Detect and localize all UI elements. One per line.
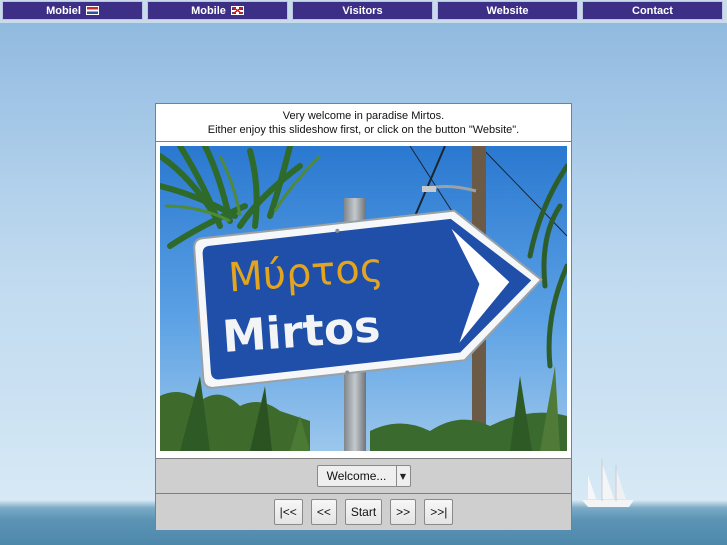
slideshow-panel: Very welcome in paradise Mirtos. Either … (155, 103, 572, 530)
sailing-ship-image (582, 459, 634, 507)
netherlands-flag-icon (85, 6, 99, 15)
slideshow-controls: |<< << Start >> >>| (156, 494, 571, 530)
first-slide-button[interactable]: |<< (273, 499, 303, 525)
next-slide-button[interactable]: >> (390, 499, 417, 525)
start-slideshow-button[interactable]: Start (344, 499, 383, 525)
slideshow-photo: Μύρτος Mirtos (157, 143, 570, 451)
nav-mobiel[interactable]: Mobiel (2, 1, 143, 20)
welcome-line-1: Very welcome in paradise Mirtos. (282, 110, 445, 122)
slide-select[interactable]: Welcome... ▼ (316, 465, 411, 487)
last-slide-button[interactable]: >>| (424, 499, 454, 525)
nav-website[interactable]: Website (437, 1, 578, 20)
slide-select-row: Welcome... ▼ (156, 459, 571, 494)
chevron-down-icon[interactable]: ▼ (397, 466, 410, 486)
top-nav: Mobiel Mobile Visitors Website Contact (0, 0, 727, 23)
previous-slide-button[interactable]: << (310, 499, 337, 525)
uk-flag-icon (230, 6, 244, 15)
nav-website-label: Website (486, 4, 529, 17)
slide-select-value: Welcome... (318, 466, 397, 486)
photo-frame: Μύρτος Mirtos (156, 142, 571, 459)
welcome-line-2: Either enjoy this slideshow first, or cl… (207, 124, 520, 136)
welcome-text: Very welcome in paradise Mirtos. Either … (156, 104, 571, 142)
nav-mobile-label: Mobile (191, 4, 226, 17)
nav-mobiel-label: Mobiel (46, 4, 81, 17)
nav-mobile[interactable]: Mobile (147, 1, 288, 20)
nav-visitors[interactable]: Visitors (292, 1, 433, 20)
nav-contact[interactable]: Contact (582, 1, 723, 20)
nav-contact-label: Contact (632, 4, 673, 17)
nav-visitors-label: Visitors (342, 4, 383, 17)
